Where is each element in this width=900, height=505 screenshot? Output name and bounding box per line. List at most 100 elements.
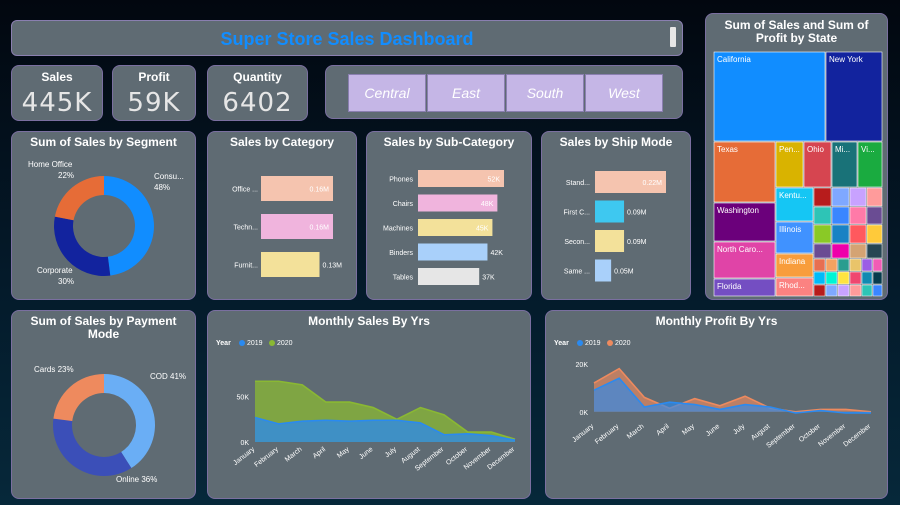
state-tile-small-26[interactable] — [861, 271, 873, 285]
state-tile-small-29[interactable] — [825, 284, 838, 297]
state-tile-small-21[interactable] — [872, 258, 883, 272]
category-bar-2[interactable] — [261, 252, 320, 277]
shipmode-chart-card[interactable]: Sales by Ship Mode Stand... 0.22M First C.… — [541, 131, 691, 300]
region-west-button[interactable]: West — [585, 74, 663, 112]
shipmode-value-3: 0.05M — [614, 269, 634, 276]
monthly-profit-card[interactable]: Monthly Profit By Yrs Year 2019 2020 0K 2… — [545, 310, 888, 499]
payment-chart-card[interactable]: Sum of Sales by Payment Mode Cards 23% C… — [11, 310, 196, 499]
state-treemap-card[interactable]: Sum of Sales and Sum of Profit by State … — [705, 13, 888, 300]
segment-slice-0[interactable] — [104, 176, 155, 276]
kpi-profit-label: Profit — [138, 70, 170, 84]
monthly-sales-card[interactable]: Monthly Sales By Yrs Year 2019 2020 0K 50… — [207, 310, 531, 499]
state-tile-small-4[interactable] — [813, 206, 832, 225]
monthly-sales-xtick-11: December — [486, 446, 516, 472]
state-tile-small-5[interactable] — [831, 206, 850, 225]
monthly-sales-chart: Year 2019 2020 0K50KJanuaryFebruary March… — [216, 340, 517, 473]
state-tile-small-17[interactable] — [825, 258, 838, 272]
state-tile-label-7: Washington — [717, 206, 759, 215]
subcategory-chart-card[interactable]: Sales by Sub-Category Phones 52K Chairs 48K… — [366, 131, 532, 300]
monthly-profit-xtick-0: January — [571, 423, 595, 444]
state-tile-small-12[interactable] — [813, 243, 832, 259]
state-tile-small-10[interactable] — [849, 224, 867, 244]
subcategory-label-0: Phones — [389, 177, 413, 184]
state-tile-small-3[interactable] — [866, 187, 883, 207]
state-tile-small-23[interactable] — [825, 271, 838, 285]
monthly-profit-xtick-1: February — [594, 423, 621, 446]
monthly-profit-xtick-2: March — [626, 423, 646, 441]
shipmode-bar-3[interactable] — [595, 259, 612, 282]
state-tile-small-11[interactable] — [866, 224, 883, 244]
segment-chart: Consu... 48% Home Office 22% Corporate 3… — [28, 160, 184, 286]
payment-label-cards: Cards 23% — [34, 365, 74, 374]
region-central-button[interactable]: Central — [348, 74, 426, 112]
subcategory-bar-3[interactable] — [418, 243, 488, 261]
state-tile-small-25[interactable] — [849, 271, 862, 285]
state-tile-label-2: Texas — [717, 145, 738, 154]
scroll-handle[interactable] — [670, 27, 676, 47]
monthly-profit-legend-2019-marker — [577, 340, 583, 346]
state-tile-small-20[interactable] — [861, 258, 873, 272]
subcategory-value-0: 52K — [488, 177, 501, 184]
segment-slice-2[interactable] — [54, 176, 104, 221]
payment-chart: Cards 23% COD 41% Online 36% — [34, 365, 186, 484]
kpi-quantity-card: Quantity 6402 — [207, 65, 308, 121]
state-tile-small-14[interactable] — [849, 243, 867, 259]
kpi-profit-card: Profit 59K — [112, 65, 196, 121]
subcategory-chart: Phones 52K Chairs 48K Machines 45K Binders 42K T… — [383, 170, 504, 285]
state-tile-small-19[interactable] — [849, 258, 862, 272]
subcategory-value-2: 45K — [476, 226, 489, 233]
shipmode-chart: Stand... 0.22M First C... 0.09M Secon... 0.09… — [564, 171, 666, 282]
payment-label-online: Online 36% — [116, 475, 157, 484]
state-tile-small-32[interactable] — [861, 284, 873, 297]
state-tile-label-11: Indiana — [779, 257, 806, 266]
segment-label-corporate: Corporate — [37, 266, 73, 275]
state-tile-small-18[interactable] — [837, 258, 850, 272]
state-tile-small-24[interactable] — [837, 271, 850, 285]
state-tile-0[interactable] — [713, 51, 826, 142]
region-east-button[interactable]: East — [427, 74, 505, 112]
category-label-0: Office ... — [232, 187, 258, 194]
segment-chart-card[interactable]: Sum of Sales by Segment Consu... 48% Hom… — [11, 131, 196, 300]
state-tile-small-27[interactable] — [872, 271, 883, 285]
category-label-1: Techn... — [233, 225, 258, 232]
state-tile-1[interactable] — [825, 51, 883, 142]
state-tile-label-12: Florida — [717, 282, 742, 291]
region-south-button[interactable]: South — [506, 74, 584, 112]
state-tile-small-15[interactable] — [866, 243, 883, 259]
payment-slice-0[interactable] — [104, 374, 156, 469]
state-tile-small-30[interactable] — [837, 284, 850, 297]
subcategory-label-4: Tables — [393, 275, 414, 282]
state-tile-small-7[interactable] — [866, 206, 883, 225]
subcategory-bar-4[interactable] — [418, 268, 480, 285]
shipmode-bar-1[interactable] — [595, 200, 625, 223]
monthly-profit-legend-2019: 2019 — [585, 340, 601, 347]
payment-slice-1[interactable] — [52, 418, 132, 476]
state-tile-small-0[interactable] — [813, 187, 832, 207]
shipmode-label-1: First C... — [564, 210, 590, 217]
state-tile-small-28[interactable] — [813, 284, 826, 297]
state-tile-small-22[interactable] — [813, 271, 826, 285]
state-tile-small-16[interactable] — [813, 258, 826, 272]
state-tile-small-2[interactable] — [849, 187, 867, 207]
state-tile-small-33[interactable] — [872, 284, 883, 297]
segment-label-homeoffice: Home Office — [28, 160, 73, 169]
monthly-sales-title: Monthly Sales By Yrs — [308, 314, 430, 328]
shipmode-label-2: Secon... — [564, 239, 590, 246]
state-tile-small-13[interactable] — [831, 243, 850, 259]
payment-slice-2[interactable] — [53, 374, 104, 421]
kpi-quantity-value: 6402 — [222, 88, 293, 118]
state-tile-small-31[interactable] — [849, 284, 862, 297]
state-tile-small-6[interactable] — [849, 206, 867, 225]
shipmode-bar-2[interactable] — [595, 230, 625, 252]
state-tile-small-1[interactable] — [831, 187, 850, 207]
state-tile-small-9[interactable] — [831, 224, 850, 244]
monthly-sales-ytick-1: 50K — [237, 395, 250, 402]
monthly-profit-xtick-5: June — [705, 423, 721, 438]
state-tile-small-8[interactable] — [813, 224, 832, 244]
state-tile-label-1: New York — [829, 55, 864, 64]
region-slicer: Central East South West — [325, 65, 683, 119]
kpi-quantity-label: Quantity — [233, 70, 282, 84]
subcategory-label-2: Machines — [383, 226, 413, 233]
header-bar: Super Store Sales Dashboard — [11, 20, 683, 56]
category-chart-card[interactable]: Sales by Category Office ... 0.16M Techn..… — [207, 131, 357, 300]
